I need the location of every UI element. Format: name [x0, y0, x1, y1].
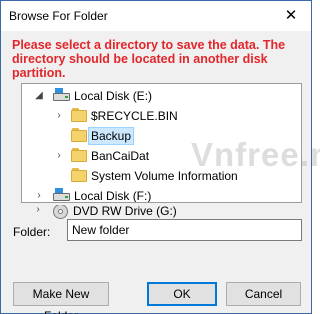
tree-item-bancaidat[interactable]: › BanCaiDat [22, 146, 292, 166]
tree-item-local-disk-e[interactable]: ◢ Local Disk (E:) [22, 86, 292, 106]
chevron-right-icon[interactable]: › [54, 149, 64, 163]
tree-item-recycle-bin[interactable]: › $RECYCLE.BIN [22, 106, 292, 126]
tree-item-label: Local Disk (E:) [74, 89, 153, 103]
chevron-right-icon[interactable]: › [33, 205, 43, 217]
tree-item-dvd-drive-g[interactable]: › DVD RW Drive (G:) [21, 205, 291, 219]
cancel-button[interactable]: Cancel [226, 282, 301, 306]
title-bar: Browse For Folder ✕ [1, 1, 311, 31]
folder-icon [71, 108, 88, 123]
folder-icon [71, 168, 88, 183]
tree-item-label: System Volume Information [91, 169, 238, 183]
chevron-right-icon[interactable]: › [54, 109, 64, 123]
instruction-text: Please select a directory to save the da… [12, 38, 286, 80]
tree-item-label: DVD RW Drive (G:) [73, 205, 177, 218]
close-icon[interactable]: ✕ [271, 1, 311, 31]
tree-item-label: Local Disk (F:) [74, 189, 152, 203]
tree-item-label: Backup [88, 127, 135, 145]
folder-tree[interactable]: ◢ Local Disk (E:) › $RECYCLE.BIN Backup … [21, 83, 302, 203]
tree-item-backup[interactable]: Backup [22, 126, 292, 146]
folder-label: Folder: [13, 225, 51, 239]
ok-button[interactable]: OK [147, 282, 217, 306]
folder-icon [71, 148, 88, 163]
window-title: Browse For Folder [9, 9, 108, 23]
dvd-icon [52, 205, 69, 219]
tree-item-system-volume-information[interactable]: System Volume Information [22, 166, 292, 186]
browse-for-folder-dialog: Browse For Folder ✕ Please select a dire… [0, 0, 320, 314]
tree-item-label: $RECYCLE.BIN [91, 109, 178, 123]
drive-icon [53, 188, 70, 202]
chevron-right-icon[interactable]: › [34, 189, 44, 202]
tree-item-local-disk-f[interactable]: › Local Disk (F:) [22, 186, 292, 203]
folder-name-input[interactable] [67, 219, 302, 241]
folder-icon [71, 128, 88, 143]
chevron-down-icon[interactable]: ◢ [34, 89, 44, 103]
make-new-folder-button[interactable]: Make New Folder [13, 282, 109, 314]
drive-icon [53, 88, 70, 103]
tree-item-label: BanCaiDat [91, 149, 150, 163]
